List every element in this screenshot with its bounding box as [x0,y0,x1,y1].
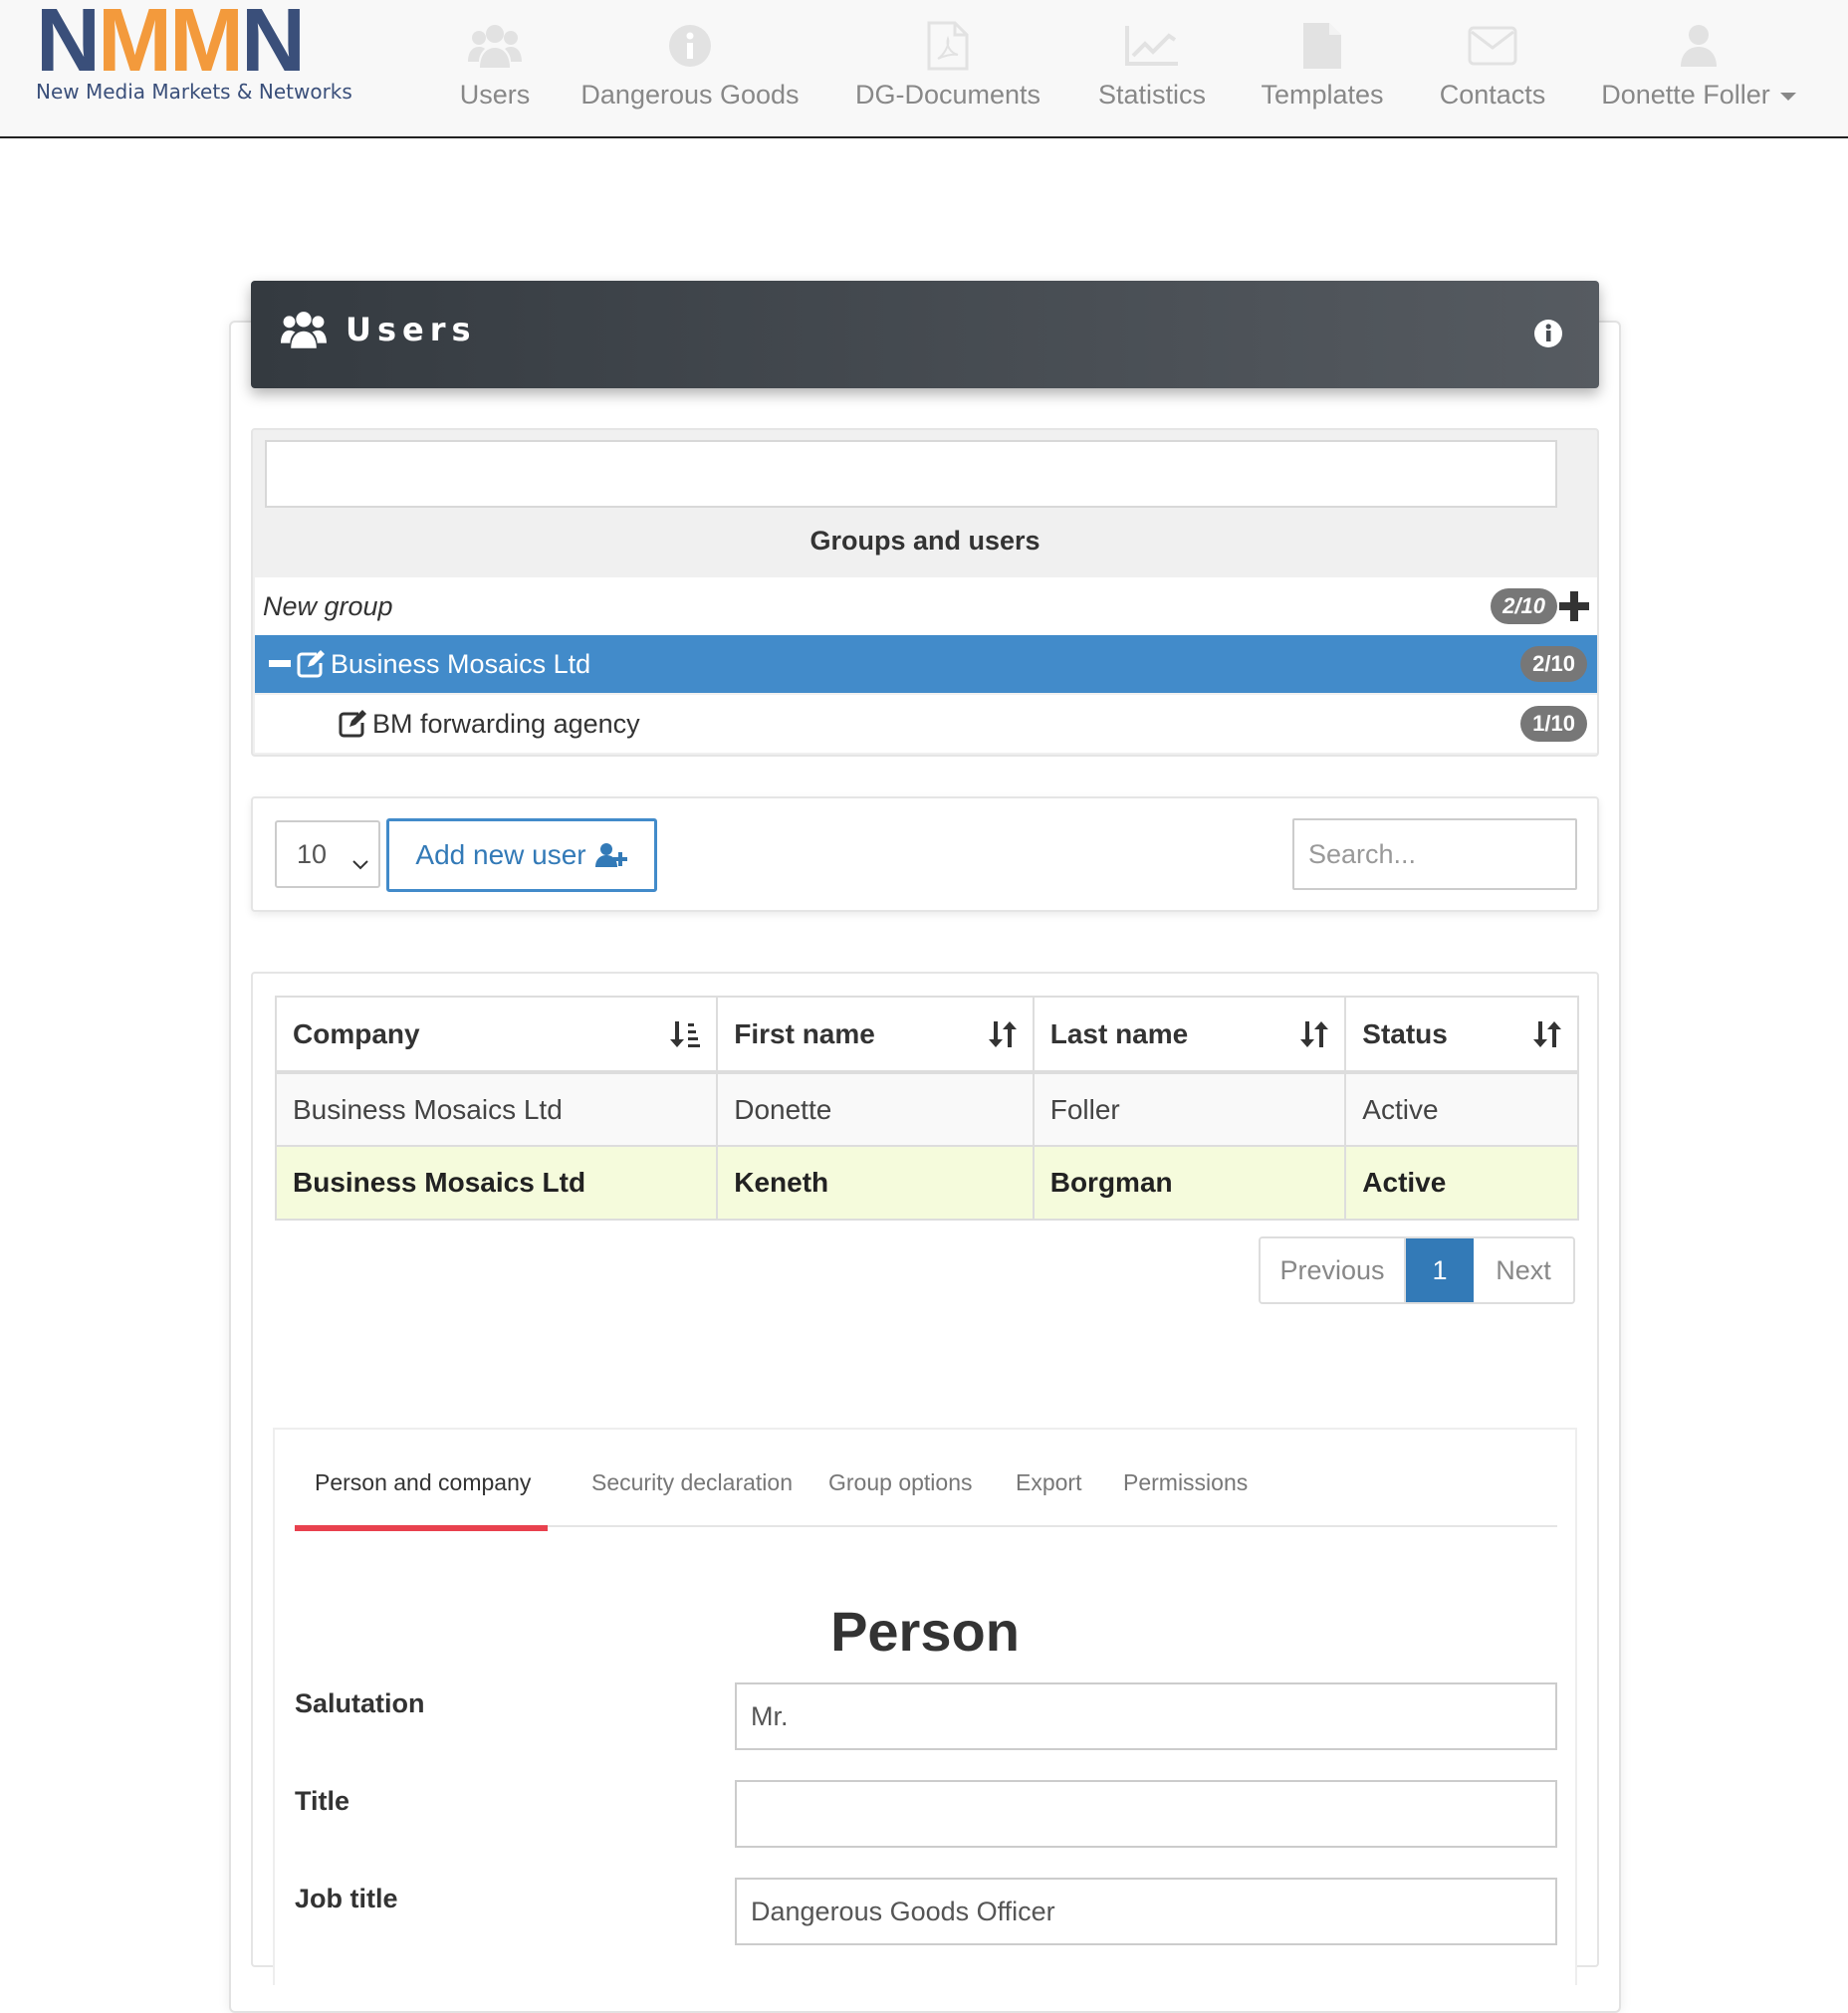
file-icon [1301,20,1343,72]
add-user-label: Add new user [415,839,586,870]
user-detail-panel: Person and company Security declaration … [273,1428,1577,1985]
job-title-label: Job title [295,1884,398,1913]
panel-title: Users [346,311,477,348]
users-table: Company First name Last name Status Busi… [274,996,1579,1221]
logo-subtitle: New Media Markets & Networks [36,80,352,104]
nav-user-menu-label: Donette Foller [1601,80,1796,111]
salutation-label: Salutation [295,1688,425,1718]
job-title-field[interactable] [735,1878,1557,1945]
pagination: Previous 1 Next [1259,1236,1575,1304]
cell-first-name: Donette [716,1071,1035,1147]
cell-company: Business Mosaics Ltd [274,1071,719,1147]
nav-users-label: Users [459,80,531,110]
page-1-button[interactable]: 1 [1406,1238,1474,1302]
tab-security-declaration[interactable]: Security declaration [591,1469,793,1496]
group-count-badge: 2/10 [1491,588,1557,624]
group-filter-input[interactable] [265,440,1557,508]
cell-status: Active [1344,1071,1579,1147]
cell-company: Business Mosaics Ltd [274,1145,719,1221]
group-label: BM forwarding agency [372,708,640,739]
nmmn-logo[interactable]: NMMN New Media Markets & Networks [36,0,352,104]
info-circle-icon [667,20,713,72]
new-group-label: New group [263,590,393,621]
nav-templates[interactable]: Templates [1259,20,1386,119]
nav-contacts-label: Contacts [1439,80,1546,110]
line-chart-icon [1124,20,1180,72]
cell-last-name: Borgman [1032,1145,1347,1221]
group-row-business-mosaics[interactable]: Business Mosaics Ltd 2/10 [255,635,1597,693]
sort-icon[interactable] [1533,1019,1561,1056]
detail-tabs: Person and company Security declaration … [295,1430,1557,1527]
plus-icon[interactable] [1559,591,1589,628]
column-header-company[interactable]: Company [274,996,719,1074]
user-table-toolbar: 10 Add new user [251,796,1599,912]
logo-letters: NMMN [36,0,306,91]
envelope-icon [1468,20,1517,72]
table-row[interactable]: Business Mosaics Ltd Donette Foller Acti… [274,1071,1579,1147]
next-page-button[interactable]: Next [1474,1238,1573,1302]
edit-icon[interactable] [339,710,366,738]
section-title: Person [830,1600,1020,1663]
nav-templates-label: Templates [1261,80,1384,110]
group-count-badge: 2/10 [1520,646,1587,682]
sort-ascending-icon[interactable] [670,1019,701,1056]
tab-group-options[interactable]: Group options [828,1469,972,1496]
edit-icon[interactable] [297,650,325,678]
salutation-field[interactable] [735,1682,1557,1750]
info-circle-icon[interactable] [1533,319,1563,353]
sort-icon[interactable] [988,1019,1017,1056]
group-row-bm-forwarding[interactable]: BM forwarding agency 1/10 [255,695,1597,753]
nav-statistics-label: Statistics [1097,80,1207,110]
users-panel-header: Users [251,281,1599,388]
active-tab-indicator [295,1525,548,1531]
nav-users[interactable]: Users [440,20,550,119]
users-icon [281,309,327,355]
top-navbar: NMMN New Media Markets & Networks Users … [0,0,1848,138]
nav-dangerous-goods[interactable]: Dangerous Goods [576,20,805,119]
column-header-last-name[interactable]: Last name [1032,996,1347,1074]
tab-export[interactable]: Export [1016,1469,1081,1496]
groups-tree-card: Groups and users New group 2/10 Business… [251,428,1599,757]
cell-last-name: Foller [1032,1071,1347,1147]
nav-contacts[interactable]: Contacts [1434,20,1551,119]
group-count-badge: 1/10 [1520,706,1587,742]
tab-person-and-company[interactable]: Person and company [315,1469,531,1496]
table-row-selected[interactable]: Business Mosaics Ltd Keneth Borgman Acti… [274,1145,1579,1221]
nav-statistics[interactable]: Statistics [1091,20,1213,119]
table-header-row: Company First name Last name Status [274,996,1579,1074]
nav-dg-documents-label: DG-Documents [854,80,1041,110]
chevron-down-icon [352,846,368,877]
nav-dangerous-goods-label: Dangerous Goods [580,80,800,110]
group-label: Business Mosaics Ltd [331,648,591,679]
sort-icon[interactable] [1300,1019,1329,1056]
cell-first-name: Keneth [716,1145,1035,1221]
user-icon [1679,20,1719,72]
new-group-row[interactable]: New group 2/10 [255,577,1597,635]
column-header-first-name[interactable]: First name [716,996,1035,1074]
tab-permissions[interactable]: Permissions [1123,1469,1248,1496]
users-icon [468,20,522,72]
page-size-select[interactable]: 10 [275,820,380,888]
title-label: Title [295,1786,350,1816]
nav-dg-documents[interactable]: DG-Documents [850,20,1045,119]
search-input[interactable] [1292,818,1577,890]
cell-status: Active [1344,1145,1579,1221]
nav-user-menu[interactable]: Donette Foller [1601,20,1796,119]
groups-title: Groups and users [809,526,1040,556]
caret-down-icon [1779,92,1796,101]
previous-page-button[interactable]: Previous [1261,1238,1406,1302]
collapse-minus-icon[interactable] [269,660,291,668]
pdf-file-icon [926,20,970,72]
column-header-status[interactable]: Status [1344,996,1579,1074]
user-plus-icon [594,842,628,868]
title-field[interactable] [735,1780,1557,1848]
add-new-user-button[interactable]: Add new user [386,818,657,892]
page-size-value: 10 [297,838,328,869]
